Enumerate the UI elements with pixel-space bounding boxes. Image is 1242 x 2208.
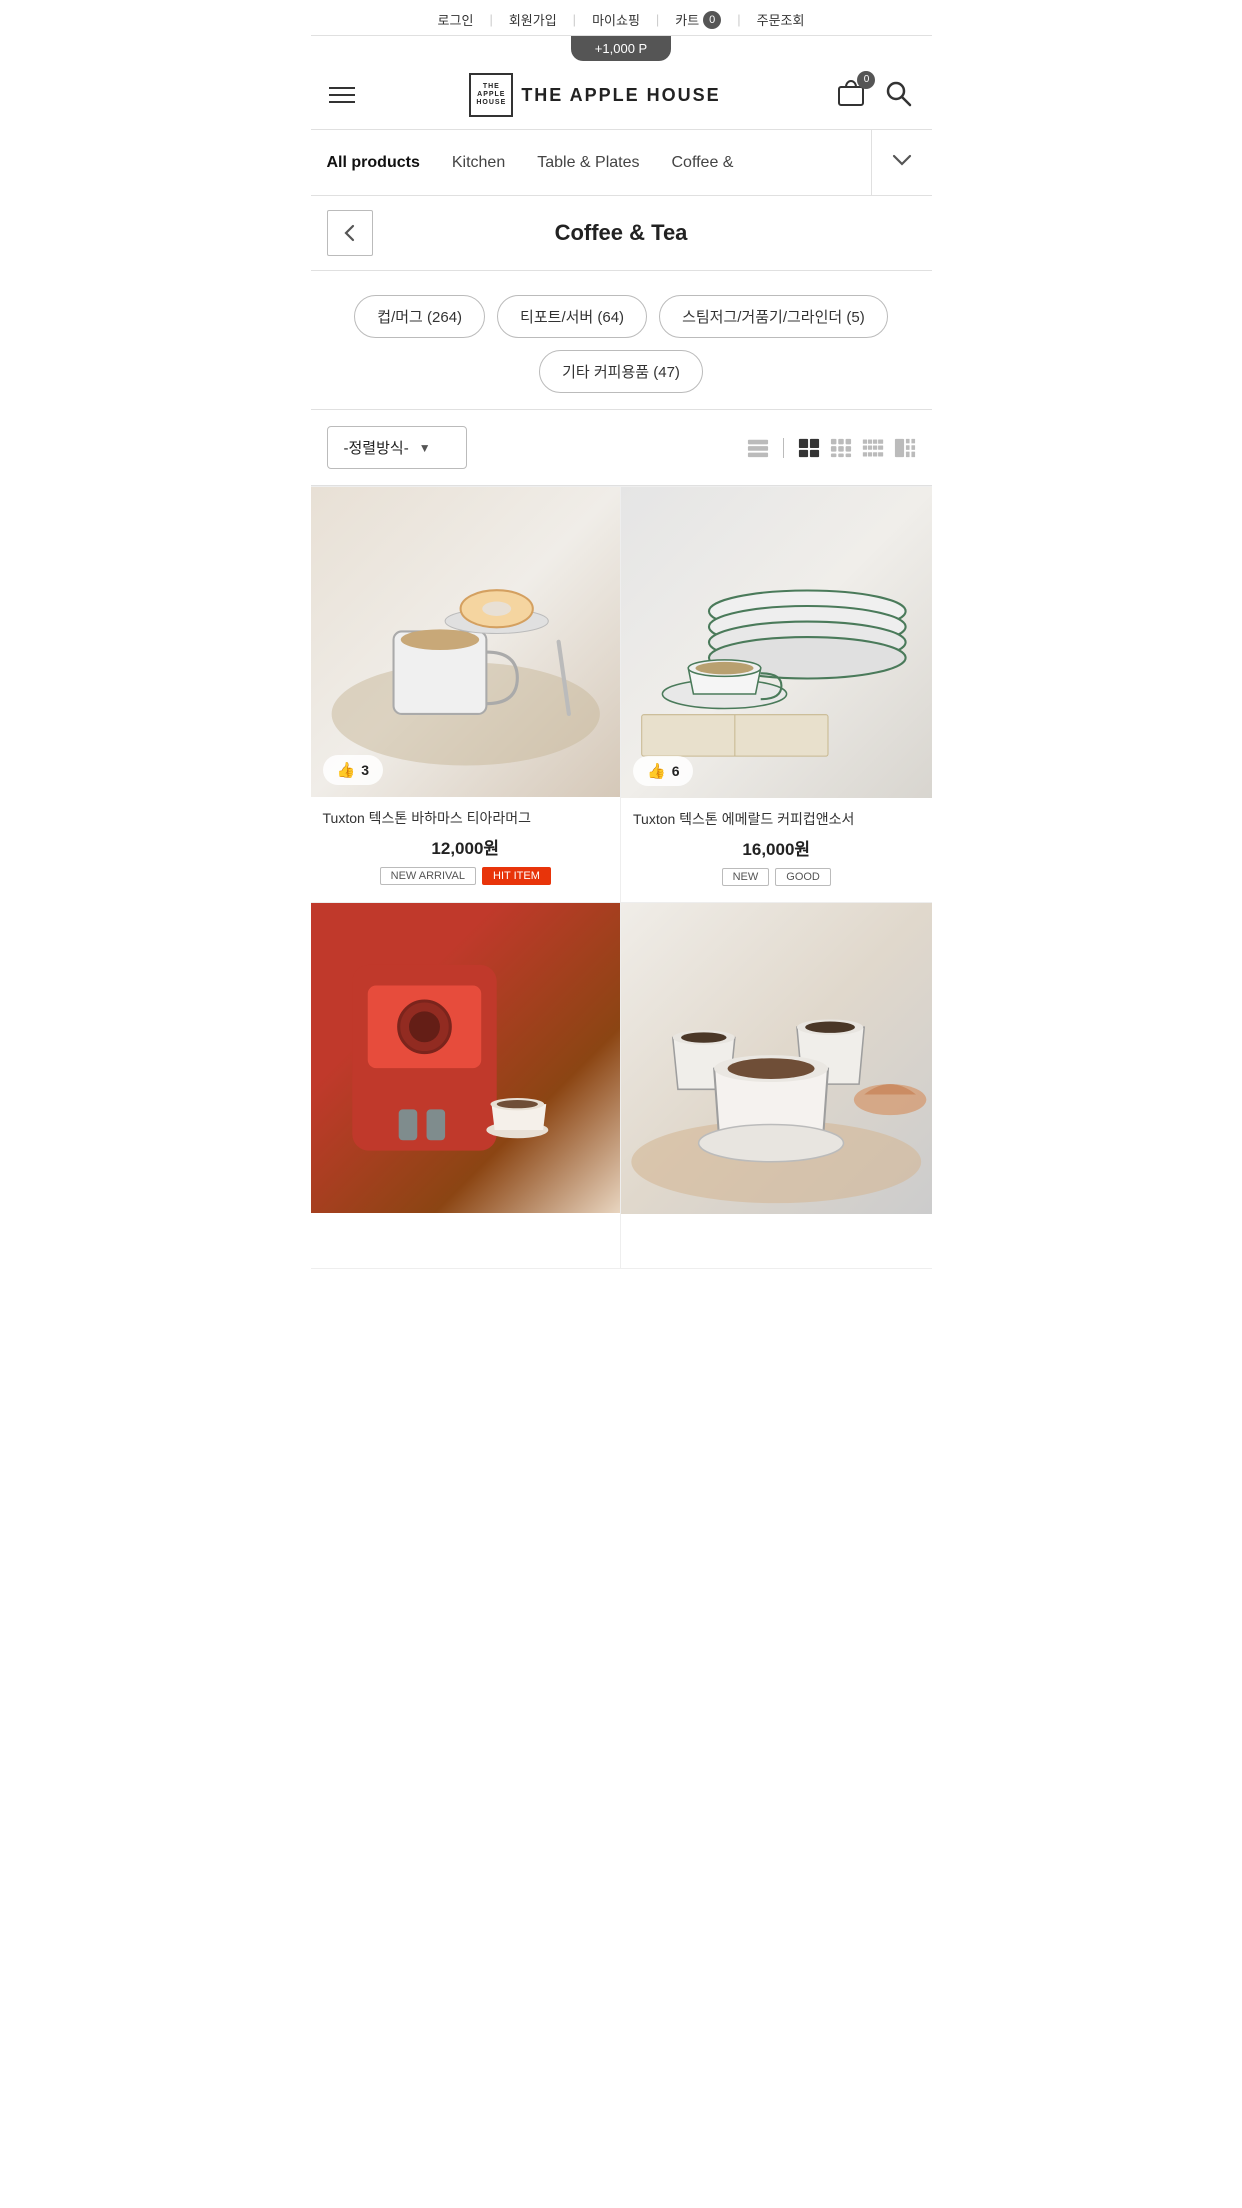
hamburger-menu[interactable] — [329, 87, 355, 103]
thumbs-up-icon: 👍 — [337, 761, 356, 779]
product-image — [621, 903, 932, 1214]
sort-label: -정렬방식- — [344, 437, 409, 458]
product-tags: NEW ARRIVAL HIT ITEM — [323, 867, 609, 885]
list-view-icon — [747, 437, 769, 459]
search-button[interactable] — [883, 78, 913, 113]
product-name — [633, 1226, 920, 1246]
product-info — [621, 1214, 932, 1268]
category-nav: All products Kitchen Table & Plates Coff… — [311, 130, 932, 196]
product-image — [311, 903, 621, 1213]
header-cart-count: 0 — [857, 71, 875, 89]
category-nav-all-products[interactable]: All products — [311, 136, 436, 190]
product-price: 12,000원 — [323, 834, 609, 859]
product-grid: 👍 3 Tuxton 텍스톤 바하마스 티아라머그 12,000원 NEW AR… — [311, 486, 932, 1269]
like-badge: 👍 3 — [323, 755, 383, 785]
view-grid4-button[interactable] — [862, 437, 884, 459]
product-card[interactable]: 👍 3 Tuxton 텍스톤 바하마스 티아라머그 12,000원 NEW AR… — [311, 487, 622, 903]
tag-good: GOOD — [775, 868, 831, 886]
back-button[interactable] — [327, 210, 373, 256]
view-grid3-button[interactable] — [830, 437, 852, 459]
product-name: Tuxton 텍스톤 에메랄드 커피컵앤소서 — [633, 810, 920, 830]
like-count: 3 — [361, 762, 369, 778]
tag-new: NEW — [722, 868, 770, 886]
cart-count-badge: 0 — [703, 11, 721, 29]
category-nav-items: All products Kitchen Table & Plates Coff… — [311, 136, 871, 190]
product-card[interactable] — [621, 903, 932, 1269]
product-image: 👍 3 — [311, 487, 621, 797]
tag-new-arrival: NEW ARRIVAL — [380, 867, 476, 885]
filter-section: 컵/머그 (264) 티포트/서버 (64) 스팀저그/거품기/그라인더 (5)… — [311, 271, 932, 410]
product-image: 👍 6 — [621, 487, 932, 798]
category-nav-table-plates[interactable]: Table & Plates — [521, 136, 655, 190]
signup-link[interactable]: 회원가입 — [493, 10, 573, 29]
points-notification: +1,000 P — [571, 36, 671, 61]
sort-select[interactable]: -정렬방식- ▼ — [327, 426, 467, 469]
grid2-view-icon — [798, 437, 820, 459]
view-list-button[interactable] — [747, 437, 769, 459]
filter-tag-steam[interactable]: 스팀저그/거품기/그라인더 (5) — [659, 295, 888, 338]
cart-button[interactable]: 0 — [835, 77, 867, 114]
sort-arrow-icon: ▼ — [419, 441, 431, 455]
product-name — [323, 1225, 609, 1245]
product-card[interactable]: 👍 6 Tuxton 텍스톤 에메랄드 커피컵앤소서 16,000원 NEW G… — [621, 487, 932, 903]
cart-link[interactable]: 카트 0 — [659, 10, 737, 29]
tag-hit-item: HIT ITEM — [482, 867, 551, 885]
order-inquiry-link[interactable]: 주문조회 — [741, 10, 821, 29]
controls-row: -정렬방식- ▼ — [311, 410, 932, 486]
product-price: 16,000원 — [633, 835, 920, 860]
header: THE APPLE HOUSE THE APPLE HOUSE 0 — [311, 61, 932, 130]
header-actions: 0 — [835, 77, 913, 114]
page-title: Coffee & Tea — [393, 220, 916, 246]
view-grid2-button[interactable] — [798, 437, 820, 459]
category-nav-kitchen[interactable]: Kitchen — [436, 136, 521, 190]
logo-icon: THE APPLE HOUSE — [469, 73, 513, 117]
product-info: Tuxton 텍스톤 바하마스 티아라머그 12,000원 NEW ARRIVA… — [311, 797, 621, 902]
myshopping-link[interactable]: 마이쇼핑 — [576, 10, 656, 29]
filter-tag-cups[interactable]: 컵/머그 (264) — [354, 295, 485, 338]
product-tags: NEW GOOD — [633, 868, 920, 886]
search-icon — [883, 78, 913, 108]
back-arrow-icon — [339, 222, 361, 244]
view-split-button[interactable] — [894, 437, 916, 459]
grid3-view-icon — [830, 437, 852, 459]
product-info — [311, 1213, 621, 1267]
chevron-down-icon — [890, 148, 914, 172]
product-info: Tuxton 텍스톤 에메랄드 커피컵앤소서 16,000원 NEW GOOD — [621, 798, 932, 903]
like-badge: 👍 6 — [633, 756, 693, 786]
product-card[interactable] — [311, 903, 622, 1269]
category-nav-more[interactable] — [871, 130, 932, 195]
top-bar: 로그인 | 회원가입 | 마이쇼핑 | 카트 0 | 주문조회 — [311, 0, 932, 36]
logo[interactable]: THE APPLE HOUSE THE APPLE HOUSE — [469, 73, 720, 117]
page-header: Coffee & Tea — [311, 196, 932, 271]
filter-tag-other[interactable]: 기타 커피용품 (47) — [539, 350, 703, 393]
logo-text: THE APPLE HOUSE — [521, 85, 720, 106]
grid4-view-icon — [862, 437, 884, 459]
filter-tag-teapot[interactable]: 티포트/서버 (64) — [497, 295, 647, 338]
thumbs-up-icon: 👍 — [647, 762, 666, 780]
like-count: 6 — [672, 763, 680, 779]
view-controls — [747, 437, 916, 459]
product-name: Tuxton 텍스톤 바하마스 티아라머그 — [323, 809, 609, 829]
login-link[interactable]: 로그인 — [422, 10, 490, 29]
category-nav-coffee[interactable]: Coffee & — [656, 136, 750, 190]
split-view-icon — [894, 437, 916, 459]
